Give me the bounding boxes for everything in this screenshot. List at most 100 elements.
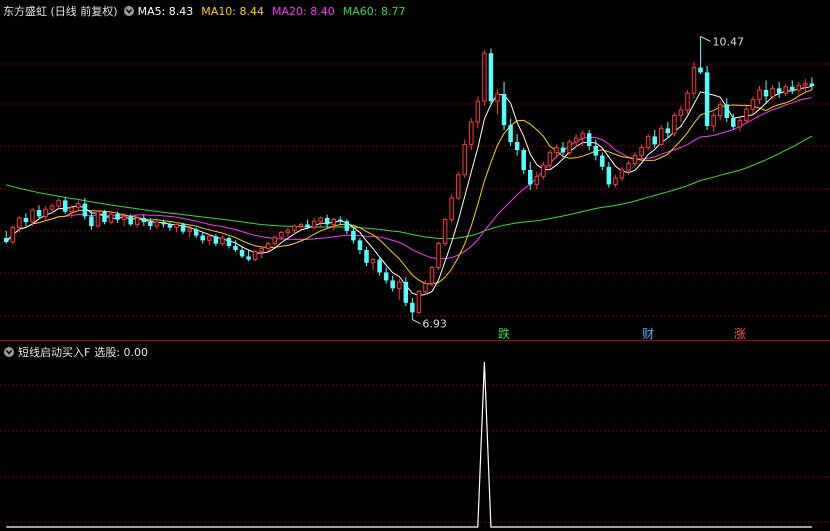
ma60-legend: MA60: 8.77 bbox=[342, 4, 406, 18]
candle-body-up bbox=[10, 227, 16, 243]
candle-body-up bbox=[259, 247, 264, 253]
candle-body-up bbox=[750, 99, 756, 110]
candle-body-up bbox=[803, 83, 808, 86]
candle-body-up bbox=[534, 175, 540, 185]
event-marker: 财 bbox=[642, 327, 654, 341]
candle-body-down bbox=[665, 128, 671, 134]
low-price-label: 6.93 bbox=[422, 318, 447, 331]
candle-body-up bbox=[121, 215, 127, 221]
candle-body-down bbox=[148, 222, 153, 226]
candle-body-up bbox=[95, 211, 101, 227]
candle-body-up bbox=[737, 119, 743, 128]
candle-body-up bbox=[744, 108, 749, 121]
ma5-legend: MA5: 8.43 bbox=[137, 4, 194, 18]
candle-body-down bbox=[776, 88, 782, 94]
candle-body-up bbox=[292, 225, 297, 231]
candle-body-down bbox=[528, 170, 533, 185]
candle-body-down bbox=[128, 216, 133, 225]
candle-body-up bbox=[796, 84, 802, 91]
candle-body-up bbox=[272, 236, 278, 245]
candle-body-down bbox=[593, 146, 598, 156]
candle-body-up bbox=[174, 223, 179, 229]
candle-body-down bbox=[62, 200, 68, 212]
indicator-header: 短线启动买入F 选股: 0.00 bbox=[0, 343, 148, 361]
candle-body-up bbox=[108, 213, 114, 223]
candle-body-down bbox=[514, 142, 520, 150]
candle-body-down bbox=[351, 230, 356, 241]
candle-body-down bbox=[36, 210, 42, 217]
main-header: 东方盛虹 (日线 前复权) MA5: 8.43 MA10: 8.44 MA20:… bbox=[0, 2, 413, 20]
candle-body-down bbox=[501, 94, 507, 126]
candle-body-up bbox=[672, 115, 677, 134]
candle-body-down bbox=[508, 125, 513, 142]
candle-body-down bbox=[89, 216, 94, 226]
indicator-value: 选股: 0.00 bbox=[94, 346, 149, 359]
candle-body-down bbox=[698, 67, 703, 73]
candle-body-up bbox=[567, 141, 572, 153]
candle-body-up bbox=[678, 109, 684, 117]
candle-body-down bbox=[377, 259, 382, 273]
candle-body-up bbox=[691, 67, 697, 94]
candle-body-up bbox=[49, 205, 55, 210]
candle-body-up bbox=[495, 93, 500, 102]
candle-body-up bbox=[30, 209, 35, 223]
candle-body-up bbox=[462, 143, 467, 176]
candle-body-down bbox=[600, 155, 605, 167]
candle-body-up bbox=[423, 283, 428, 293]
candle-body-down bbox=[246, 256, 251, 260]
candle-body-up bbox=[436, 243, 441, 269]
candle-body-up bbox=[220, 237, 225, 245]
ma20-legend: MA20: 8.40 bbox=[272, 4, 335, 18]
candle-body-down bbox=[338, 219, 343, 222]
candle-body-down bbox=[23, 218, 29, 222]
ma10-line bbox=[5, 89, 813, 285]
candle-body-up bbox=[619, 169, 625, 179]
candle-body-up bbox=[475, 100, 481, 123]
candle-body-down bbox=[233, 246, 238, 250]
ma20-line bbox=[5, 97, 812, 260]
candle-body-down bbox=[521, 150, 526, 170]
candle-body-down bbox=[102, 211, 107, 222]
signal-line bbox=[6, 361, 812, 528]
candle-body-down bbox=[161, 222, 166, 225]
candle-body-down bbox=[305, 224, 310, 228]
candle-body-down bbox=[141, 218, 147, 222]
candle-body-up bbox=[76, 203, 81, 209]
candle-body-up bbox=[547, 151, 553, 166]
candle-body-up bbox=[770, 87, 775, 97]
candle-body-up bbox=[717, 103, 723, 117]
candle-body-down bbox=[383, 272, 389, 281]
candle-body-down bbox=[180, 224, 186, 232]
candle-body-down bbox=[790, 86, 795, 90]
high-price-label: 10.47 bbox=[713, 35, 745, 48]
candle-body-down bbox=[704, 72, 710, 126]
candle-body-down bbox=[809, 83, 815, 86]
dropdown-circle-icon[interactable] bbox=[4, 347, 14, 357]
candle-body-up bbox=[711, 115, 716, 127]
candle-body-down bbox=[193, 229, 199, 236]
candle-body-down bbox=[364, 250, 369, 263]
candle-body-up bbox=[187, 228, 192, 233]
candle-body-down bbox=[115, 214, 120, 220]
candle-body-up bbox=[135, 217, 140, 225]
candle-body-down bbox=[403, 282, 409, 303]
candle-body-up bbox=[298, 223, 304, 227]
candle-body-up bbox=[573, 137, 579, 143]
dropdown-circle-icon[interactable] bbox=[123, 6, 134, 16]
candle-body-up bbox=[207, 235, 212, 241]
candle-body-down bbox=[357, 240, 363, 250]
candle-body-up bbox=[455, 174, 461, 199]
stock-title: 东方盛虹 (日线 前复权) bbox=[3, 5, 118, 18]
candle-body-up bbox=[331, 219, 336, 225]
candle-body-up bbox=[370, 259, 376, 264]
candle-body-up bbox=[482, 52, 487, 102]
indicator-title: 短线启动买入F bbox=[18, 346, 91, 359]
candle-body-up bbox=[252, 251, 258, 261]
candle-body-up bbox=[469, 121, 474, 145]
chart-canvas: 10.47 6.93 跌 财 涨 bbox=[0, 35, 830, 528]
candle-body-up bbox=[442, 219, 448, 245]
candle-body-up bbox=[626, 163, 631, 171]
candle-body-up bbox=[318, 217, 323, 222]
candle-body-down bbox=[731, 118, 736, 127]
candle-body-down bbox=[488, 53, 494, 102]
